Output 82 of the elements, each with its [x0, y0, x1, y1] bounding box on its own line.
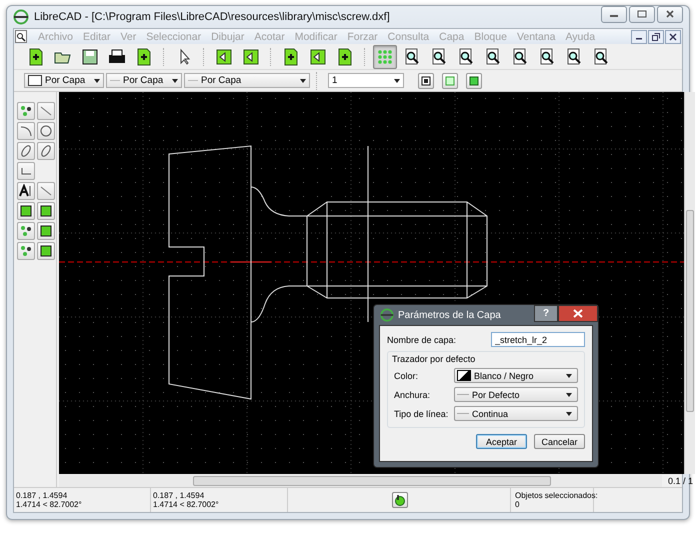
ellipse-tool-icon[interactable] — [19, 144, 33, 158]
close-icon — [573, 309, 583, 318]
document-icon — [15, 30, 27, 43]
square-icon — [421, 76, 431, 86]
points-tool-icon[interactable] — [19, 104, 33, 118]
group-title: Trazador por defecto — [392, 354, 476, 364]
select-mode-button[interactable] — [392, 492, 408, 508]
minimize-button[interactable] — [601, 6, 627, 22]
remove-block-icon[interactable] — [282, 48, 300, 66]
save-icon[interactable] — [81, 48, 99, 66]
arc-tool-icon[interactable] — [19, 124, 33, 138]
dropdown[interactable]: Continua — [454, 406, 578, 421]
dialog-button[interactable]: Cancelar — [534, 434, 585, 449]
image-tool-icon[interactable] — [39, 204, 53, 218]
field-label: Anchura: — [394, 390, 430, 400]
window-title: LibreCAD - [C:\Program Files\LibreCAD\resources\library\misc\screw.dxf] — [34, 11, 390, 23]
maximize-button[interactable] — [629, 6, 655, 22]
hatch-tool-icon[interactable] — [19, 204, 33, 218]
coordinate-text: 0.187 , 1.4594 — [16, 491, 68, 500]
grid-toggle[interactable] — [373, 44, 397, 68]
print-icon[interactable] — [108, 48, 126, 66]
help-button[interactable]: ? — [534, 305, 558, 322]
select-tool-icon[interactable] — [39, 244, 53, 258]
app-logo-icon — [380, 308, 394, 322]
insert-block-icon[interactable] — [336, 48, 354, 66]
zoom-out-icon[interactable] — [484, 48, 502, 66]
dropdown[interactable]: Por Defecto — [454, 387, 578, 402]
zoom-auto-icon[interactable] — [511, 48, 529, 66]
field-label: Tipo de línea: — [394, 408, 448, 418]
close-icon — [669, 32, 677, 40]
page-indicator: 0.1 / 1 — [666, 476, 694, 486]
field-label: Color: — [394, 370, 418, 380]
restore-icon — [652, 32, 660, 40]
layer-dropdown[interactable]: 1 — [328, 73, 404, 88]
color-dropdown[interactable]: Por Capa — [24, 73, 104, 88]
horizontal-scrollbar[interactable] — [59, 474, 662, 486]
block-select-button[interactable] — [466, 72, 482, 88]
square-icon — [469, 76, 479, 86]
zoom-selection-icon[interactable] — [430, 48, 448, 66]
close-icon — [665, 10, 675, 18]
zoom-pan-icon[interactable] — [592, 48, 610, 66]
zoom-page-icon[interactable] — [403, 48, 421, 66]
block-add-button[interactable] — [442, 72, 458, 88]
block-tool-icon[interactable] — [19, 244, 33, 258]
block-left-icon[interactable] — [215, 48, 233, 66]
line-width-dropdown[interactable]: Por Capa — [106, 73, 182, 88]
coordinate-text: 0.187 , 1.4594 — [153, 491, 206, 500]
coordinate-text: 1.4714 < 82.7002° — [153, 500, 220, 509]
zoom-previous-icon[interactable] — [538, 48, 556, 66]
vertical-scrollbar[interactable] — [684, 92, 695, 474]
close-button[interactable] — [665, 30, 681, 44]
close-button[interactable] — [657, 6, 683, 22]
dropdown[interactable]: Blanco / Negro — [454, 368, 578, 383]
line-type-dropdown[interactable]: Por Capa — [184, 73, 310, 88]
app-logo-icon — [13, 9, 29, 25]
measure-tool-icon[interactable] — [39, 224, 53, 238]
zoom-in-icon[interactable] — [457, 48, 475, 66]
circle-tool-icon[interactable] — [39, 124, 53, 138]
close-button[interactable] — [558, 305, 598, 322]
coordinate-text: 1.4714 < 82.7002° — [16, 500, 83, 509]
minimize-button[interactable] — [631, 30, 647, 44]
dimension-tool-icon[interactable] — [39, 184, 53, 198]
block-insert-button[interactable] — [418, 72, 434, 88]
modify-tool-icon[interactable] — [19, 224, 33, 238]
export-icon[interactable] — [135, 48, 153, 66]
field-label: Nombre de capa: — [387, 334, 456, 344]
square-icon — [445, 76, 455, 86]
dialog-button[interactable]: Aceptar — [476, 434, 527, 449]
new-file-icon[interactable] — [27, 48, 45, 66]
block-copy-icon[interactable] — [309, 48, 327, 66]
line-tool-icon[interactable] — [39, 104, 53, 118]
layer-name-field[interactable]: _stretch_lr_2 — [491, 332, 585, 347]
spline-tool-icon[interactable] — [39, 144, 53, 158]
maximize-icon — [637, 10, 647, 18]
dialog-title: Parámetros de la Capa — [398, 310, 501, 320]
grid-icon — [377, 48, 393, 64]
block-right-icon[interactable] — [242, 48, 260, 66]
minimize-icon — [636, 38, 642, 40]
zoom-window-icon[interactable] — [565, 48, 583, 66]
selected-count: 0 — [515, 500, 520, 509]
restore-button[interactable] — [648, 30, 664, 44]
text-tool-icon[interactable] — [19, 184, 33, 198]
